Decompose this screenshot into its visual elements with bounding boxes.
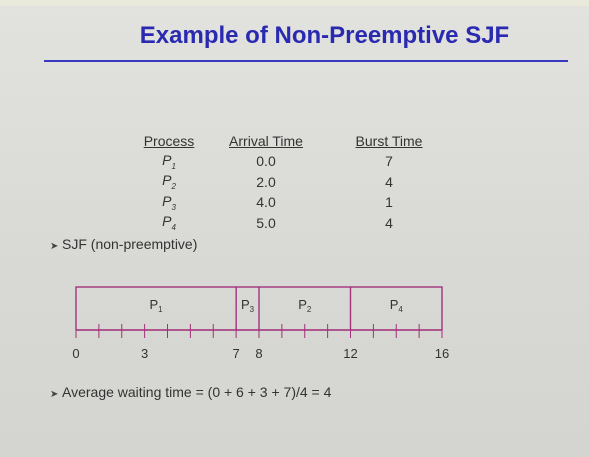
- gantt-tick-label: 7: [233, 346, 240, 361]
- gantt-tick-label: 8: [255, 346, 262, 361]
- gantt-tick-label: 3: [141, 346, 148, 361]
- gantt-tick-label: 12: [343, 346, 357, 361]
- gantt-block-label: P1: [150, 297, 164, 314]
- gantt-tick-label: 16: [435, 346, 449, 361]
- gantt-block-label: P2: [298, 297, 312, 314]
- slide: Example of Non-Preemptive SJF Process Ar…: [0, 0, 589, 457]
- gantt-tick-label: 0: [72, 346, 79, 361]
- bullet-arrow-icon: ➤: [50, 389, 59, 400]
- gantt-block-label: P4: [390, 297, 404, 314]
- gantt-block-label: P3: [241, 297, 255, 314]
- bullet-average: ➤ Average waiting time = (0 + 6 + 3 + 7)/…: [50, 384, 332, 400]
